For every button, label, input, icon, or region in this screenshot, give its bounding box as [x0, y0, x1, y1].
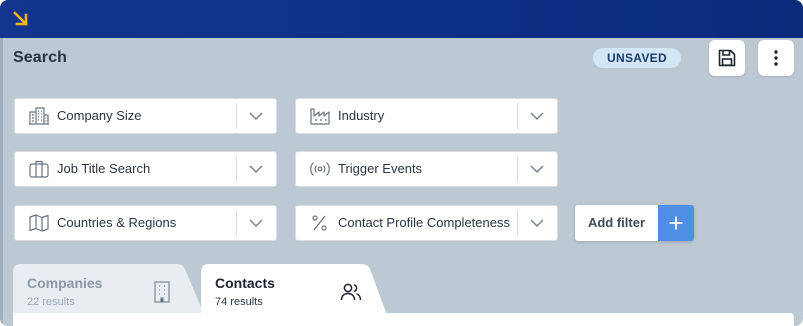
arrow-down-right-icon[interactable] [12, 10, 30, 28]
building-icon [154, 281, 170, 303]
add-filter-button[interactable]: Add filter [575, 205, 694, 241]
tab-title: Companies [27, 275, 103, 291]
chevron-down-icon[interactable] [529, 109, 545, 123]
floppy-disk-icon [718, 49, 736, 67]
results-panel [13, 313, 794, 326]
plus-icon [669, 216, 683, 230]
chevron-down-icon[interactable] [248, 109, 264, 123]
percent-icon [312, 215, 327, 231]
page-title: Search [13, 49, 67, 66]
users-icon [340, 283, 362, 301]
factory-icon [310, 108, 330, 125]
chevron-down-icon[interactable] [248, 162, 264, 176]
filter-label: Contact Profile Completeness [338, 215, 510, 230]
buildings-icon [29, 107, 49, 125]
add-filter-label: Add filter [575, 205, 658, 241]
filter-industry[interactable]: Industry [295, 98, 558, 134]
filter-label: Countries & Regions [57, 215, 177, 230]
divider [517, 156, 518, 182]
save-button[interactable] [709, 40, 745, 76]
broadcast-icon [310, 162, 330, 176]
chevron-down-icon[interactable] [529, 216, 545, 230]
chevron-down-icon[interactable] [529, 162, 545, 176]
filter-job-title-search[interactable]: Job Title Search [14, 151, 277, 187]
filter-trigger-events[interactable]: Trigger Events [295, 151, 558, 187]
divider [517, 210, 518, 236]
more-options-button[interactable] [758, 40, 794, 76]
filter-label: Company Size [57, 108, 142, 123]
divider [517, 103, 518, 129]
filter-label: Industry [338, 108, 385, 123]
divider [236, 156, 237, 182]
filter-countries-regions[interactable]: Countries & Regions [14, 205, 277, 241]
status-badge: UNSAVED [593, 48, 681, 68]
briefcase-icon [29, 160, 49, 178]
vertical-dots-icon [774, 50, 778, 66]
map-icon [29, 214, 49, 232]
top-bar [0, 0, 803, 38]
filter-contact-profile-completeness[interactable]: Contact Profile Completeness [295, 205, 558, 241]
tab-result-count: 74 results [215, 296, 263, 308]
filter-label: Trigger Events [338, 161, 423, 176]
divider [236, 103, 237, 129]
filter-label: Job Title Search [57, 161, 151, 176]
divider [236, 210, 237, 236]
filter-company-size[interactable]: Company Size [14, 98, 277, 134]
tab-title: Contacts [215, 275, 275, 291]
add-filter-plus-button[interactable] [658, 205, 694, 241]
app-frame: Search UNSAVED Company Size Industry Job… [0, 0, 803, 326]
tab-result-count: 22 results [27, 296, 75, 308]
chevron-down-icon[interactable] [248, 216, 264, 230]
left-edge-divider [0, 38, 3, 326]
